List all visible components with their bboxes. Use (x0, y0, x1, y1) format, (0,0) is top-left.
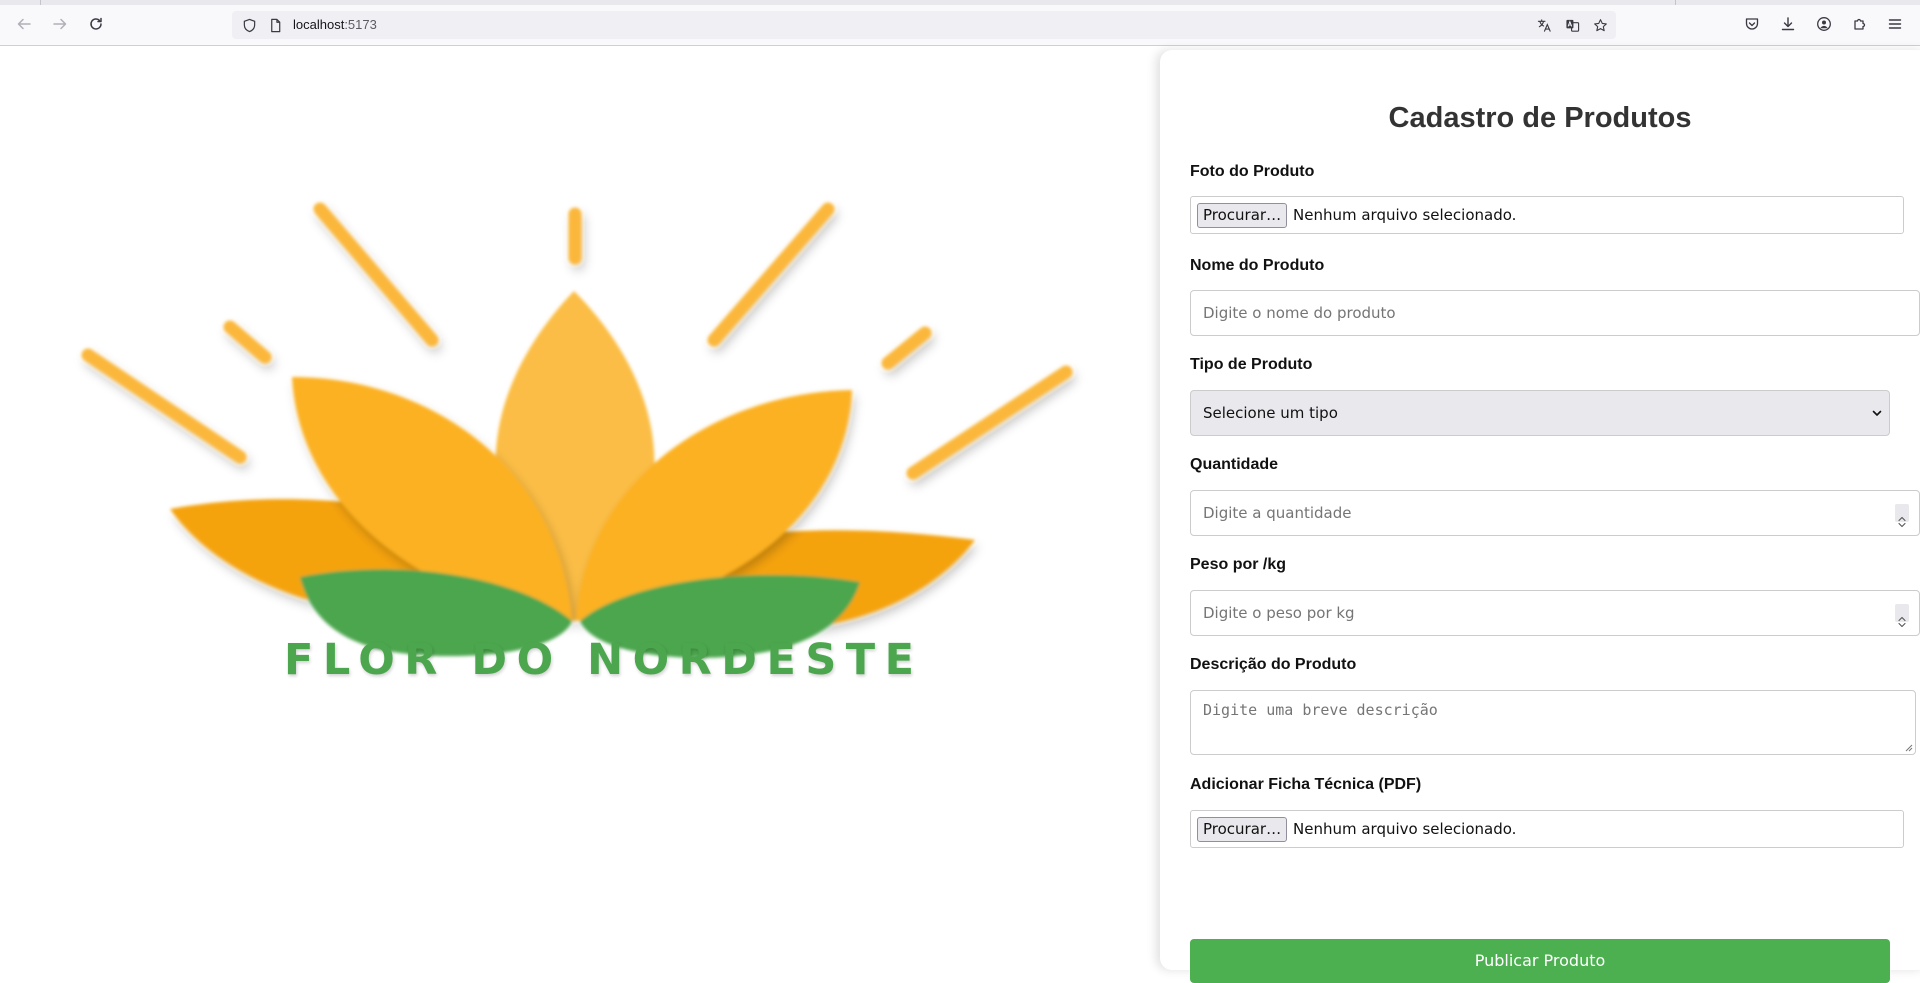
url-host: localhost (293, 17, 345, 32)
type-label: Tipo de Produto (1190, 356, 1313, 373)
tab-strip (0, 0, 1920, 5)
photo-browse-button[interactable]: Procurar… (1197, 203, 1288, 228)
form-title: Cadastro de Produtos (1388, 102, 1692, 134)
product-name-input[interactable]: Digite o nome do produto (1190, 290, 1920, 336)
description-label: Descrição do Produto (1190, 656, 1357, 673)
account-icon (1817, 17, 1831, 31)
reload-button[interactable] (84, 12, 108, 36)
description-placeholder: Digite uma breve descrição (1203, 701, 1438, 719)
url-port: :5173 (344, 17, 377, 32)
arrow-right-icon (53, 18, 67, 30)
weight-label: Peso por /kg (1190, 556, 1287, 573)
quantity-placeholder: Digite a quantidade (1203, 504, 1352, 522)
pocket-icon (1745, 18, 1759, 30)
photo-label: Foto do Produto (1190, 163, 1315, 180)
page-translate-icon[interactable] (1564, 17, 1580, 33)
chevron-down-icon (1872, 410, 1882, 416)
weight-placeholder: Digite o peso por kg (1203, 604, 1355, 622)
account-button[interactable] (1815, 15, 1833, 33)
weight-input[interactable]: Digite o peso por kg (1190, 590, 1920, 636)
back-button[interactable] (12, 12, 36, 36)
reload-icon (90, 17, 102, 30)
browser-toolbar: localhost:5173 (0, 0, 1920, 46)
download-icon (1781, 17, 1795, 31)
stepper-arrows-icon (1898, 616, 1906, 628)
name-label: Nome do Produto (1190, 257, 1325, 274)
product-form: Cadastro de Produtos Foto do Produto Pro… (1160, 50, 1920, 983)
hamburger-menu-icon (1888, 19, 1902, 29)
product-type-select[interactable]: Selecione um tipo (1190, 390, 1890, 436)
page-content: FLOR DO NORDESTE Cadastro de Produtos Fo… (0, 47, 1920, 983)
weight-stepper[interactable] (1895, 604, 1909, 628)
description-textarea[interactable]: Digite uma breve descrição (1190, 690, 1916, 755)
downloads-button[interactable] (1779, 15, 1797, 33)
pocket-button[interactable] (1743, 15, 1761, 33)
product-type-selected: Selecione um tipo (1203, 404, 1338, 422)
photo-file-status: Nenhum arquivo selecionado. (1293, 206, 1517, 224)
url-bar[interactable]: localhost:5173 (232, 11, 1616, 39)
quantity-input[interactable]: Digite a quantidade (1190, 490, 1920, 536)
menu-button[interactable] (1886, 15, 1904, 33)
bookmark-star-icon[interactable] (1592, 17, 1608, 33)
datasheet-browse-button[interactable]: Procurar… (1197, 817, 1288, 842)
publish-product-button[interactable]: Publicar Produto (1190, 939, 1890, 983)
datasheet-file-status: Nenhum arquivo selecionado. (1293, 820, 1517, 838)
resize-grip-icon[interactable] (1903, 742, 1913, 752)
quantity-stepper[interactable] (1895, 504, 1909, 528)
url-text[interactable]: localhost:5173 (293, 17, 377, 33)
stepper-arrows-icon (1898, 516, 1906, 528)
tracking-shield-icon[interactable] (241, 17, 257, 33)
page-info-icon[interactable] (267, 17, 283, 33)
arrow-left-icon (17, 18, 31, 30)
quantity-label: Quantidade (1190, 456, 1279, 473)
forward-button[interactable] (48, 12, 72, 36)
logo-wordmark: FLOR DO NORDESTE (284, 635, 924, 685)
puzzle-icon (1854, 18, 1866, 30)
datasheet-label: Adicionar Ficha Técnica (PDF) (1190, 776, 1422, 793)
datasheet-file-input[interactable]: Procurar… Nenhum arquivo selecionado. (1190, 810, 1904, 848)
logo-area: FLOR DO NORDESTE (0, 47, 1158, 960)
translate-icon[interactable] (1536, 17, 1552, 33)
extensions-button[interactable] (1851, 15, 1869, 33)
photo-file-input[interactable]: Procurar… Nenhum arquivo selecionado. (1190, 196, 1904, 234)
